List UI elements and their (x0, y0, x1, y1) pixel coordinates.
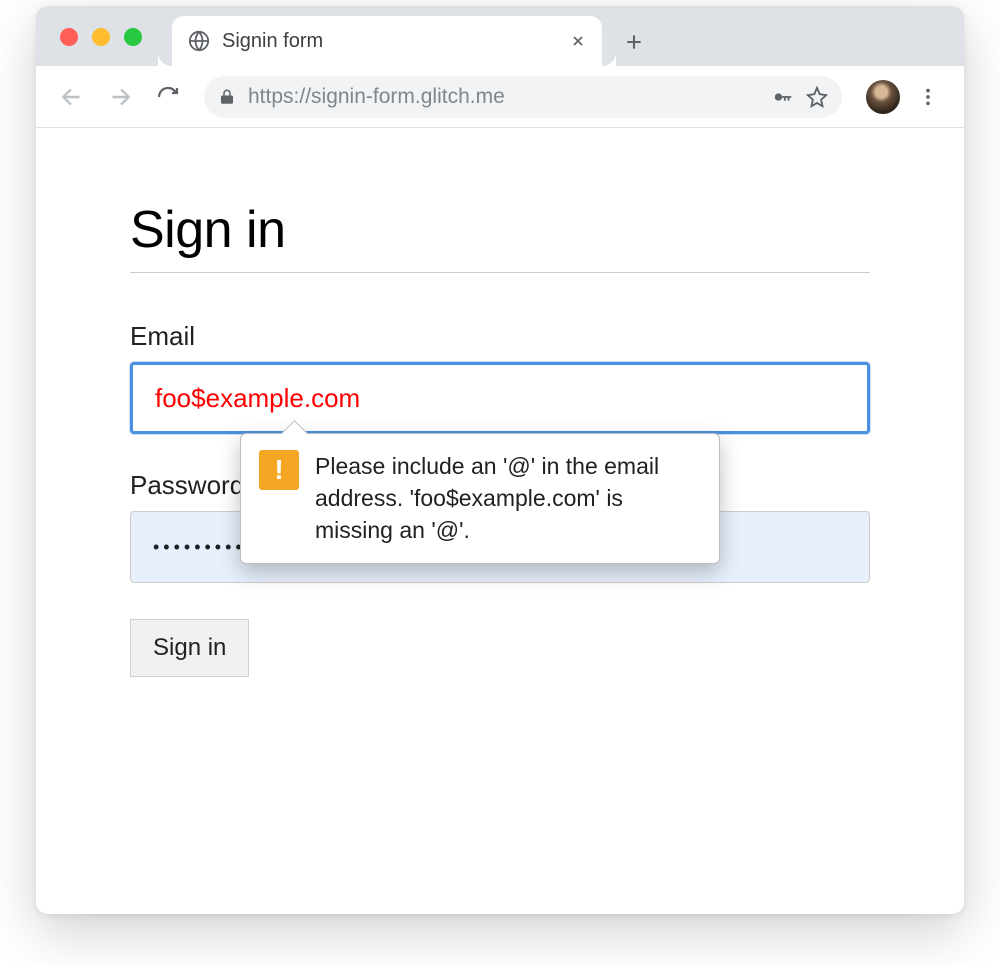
url-text: https://signin-form.glitch.me (248, 85, 760, 109)
validation-tooltip: ! Please include an '@' in the email add… (240, 433, 720, 564)
browser-tab[interactable]: Signin form (172, 16, 602, 66)
profile-avatar[interactable] (866, 80, 900, 114)
address-bar[interactable]: https://signin-form.glitch.me (204, 76, 842, 118)
star-icon[interactable] (806, 86, 828, 108)
key-icon[interactable] (772, 86, 794, 108)
browser-menu-button[interactable] (908, 77, 948, 117)
email-label: Email (130, 321, 870, 352)
minimize-window-button[interactable] (92, 28, 110, 46)
close-tab-icon[interactable] (570, 33, 586, 49)
page-content: Sign in Email ! Please include an '@' in… (36, 128, 964, 749)
page-title: Sign in (130, 200, 870, 273)
tab-title: Signin form (222, 30, 558, 53)
browser-window: Signin form https://signin-form.glitch.m… (36, 6, 964, 914)
email-input[interactable] (130, 362, 870, 434)
browser-toolbar: https://signin-form.glitch.me (36, 66, 964, 128)
signin-button[interactable]: Sign in (130, 619, 249, 677)
lock-icon (218, 88, 236, 106)
globe-icon (188, 30, 210, 52)
dots-vertical-icon (917, 86, 939, 108)
validation-message: Please include an '@' in the email addre… (315, 450, 701, 547)
reload-icon (156, 85, 180, 109)
back-button[interactable] (52, 77, 92, 117)
arrow-right-icon (107, 84, 133, 110)
arrow-left-icon (59, 84, 85, 110)
forward-button[interactable] (100, 77, 140, 117)
window-controls (60, 28, 142, 46)
tab-strip: Signin form (36, 6, 964, 66)
maximize-window-button[interactable] (124, 28, 142, 46)
email-field-group: Email ! Please include an '@' in the ema… (130, 321, 870, 434)
warning-icon: ! (259, 450, 299, 490)
new-tab-button[interactable] (624, 32, 644, 52)
reload-button[interactable] (148, 77, 188, 117)
close-window-button[interactable] (60, 28, 78, 46)
